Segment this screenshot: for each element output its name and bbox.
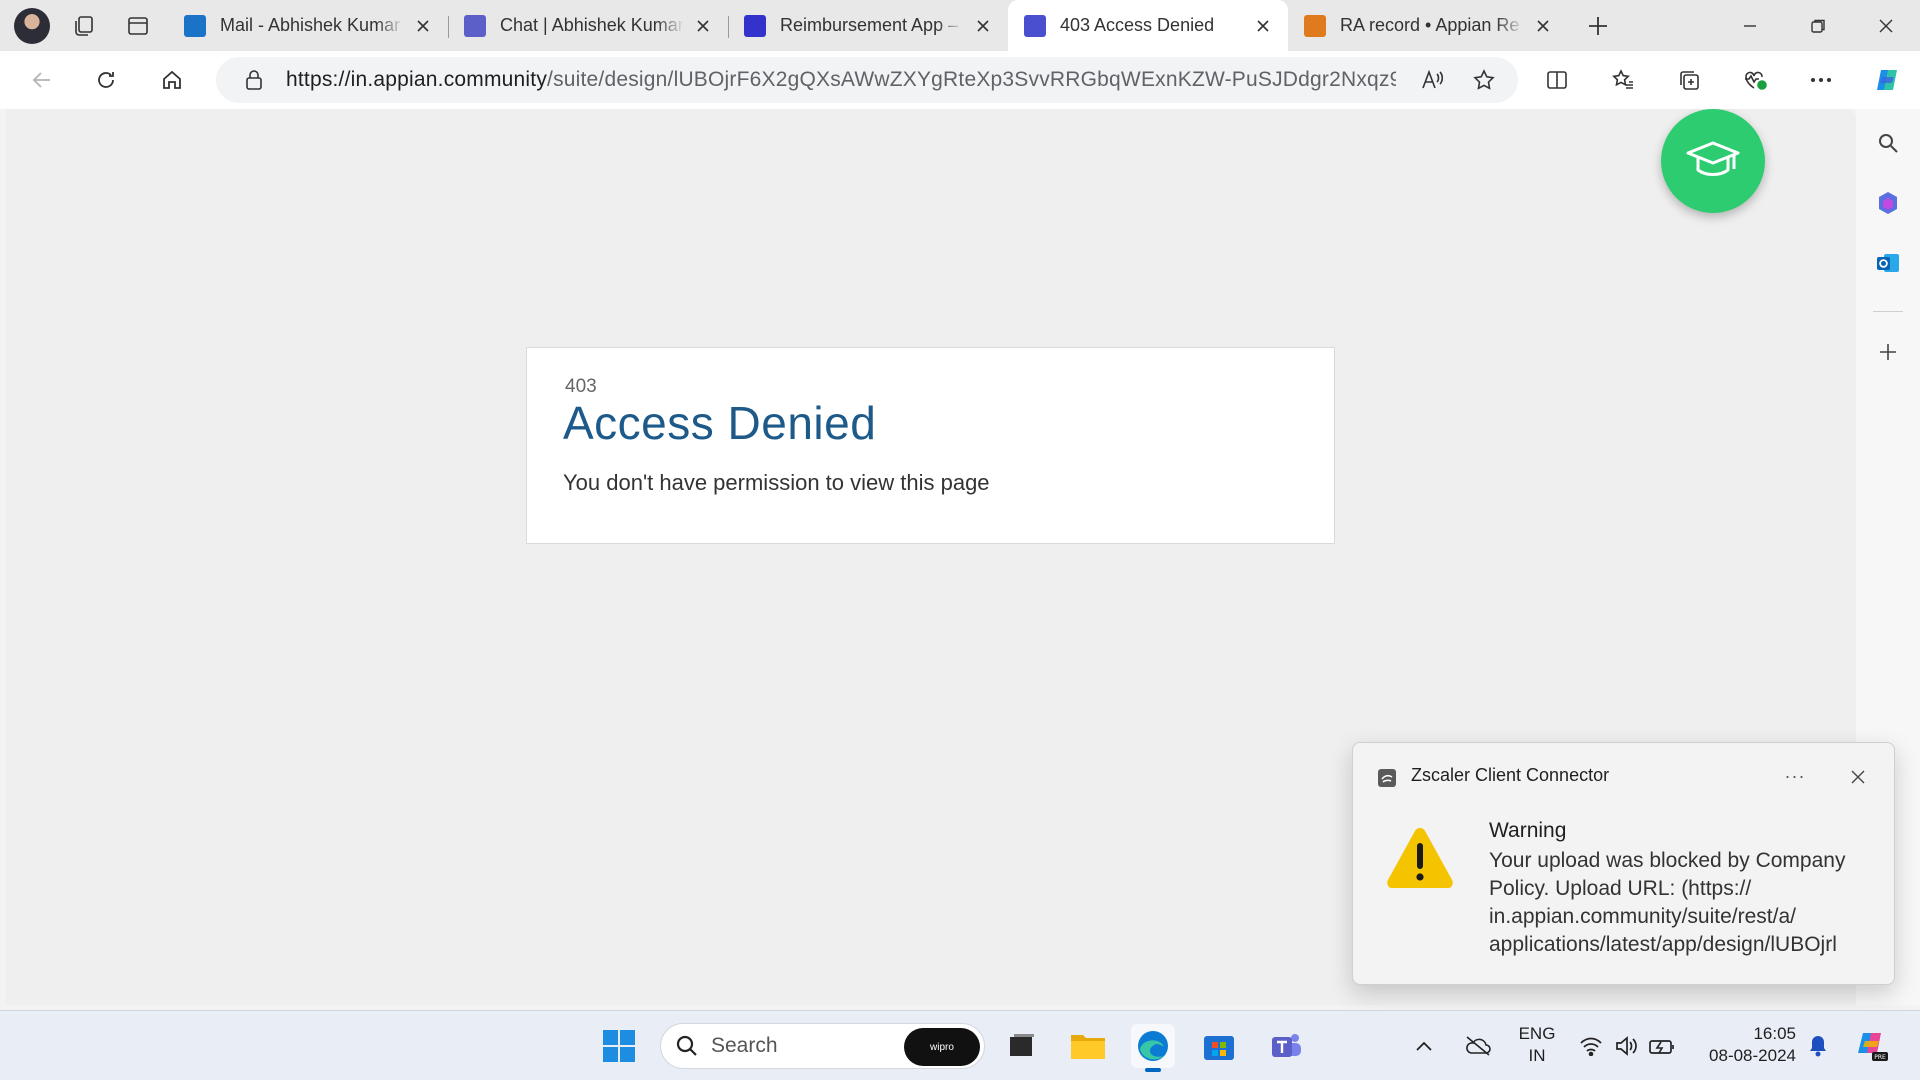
- appian-record-icon: [1304, 14, 1326, 37]
- language-line1: ENG: [1518, 1024, 1556, 1043]
- tab-title: Mail - Abhishek Kumar: [220, 15, 401, 35]
- language-line2: IN: [1528, 1046, 1546, 1065]
- browser-tab-reimbursement[interactable]: Reimbursement App –: [728, 6, 1008, 46]
- browser-tab-ra-record[interactable]: RA record • Appian Re: [1288, 6, 1568, 46]
- show-hidden-icons-icon[interactable]: [1408, 1024, 1440, 1068]
- read-aloud-icon[interactable]: [1412, 69, 1452, 91]
- onedrive-offline-icon[interactable]: [1456, 1024, 1500, 1068]
- close-tab-icon[interactable]: [972, 15, 994, 37]
- warning-icon: [1385, 825, 1455, 891]
- tab-strip: Mail - Abhishek Kumar Chat | Abhishek Ku…: [0, 0, 1920, 51]
- copilot-sidebar-icon[interactable]: [1868, 183, 1908, 223]
- browser-toolbar: https://in.appian.community/suite/design…: [0, 51, 1920, 109]
- refresh-icon[interactable]: [84, 58, 128, 102]
- notification-body: Your upload was blocked by Company Polic…: [1489, 849, 1846, 956]
- close-tab-icon[interactable]: [1532, 15, 1554, 37]
- teams-icon[interactable]: [1264, 1024, 1308, 1068]
- start-windows-icon[interactable]: [597, 1024, 641, 1068]
- tab-title: 403 Access Denied: [1060, 15, 1215, 35]
- task-view-icon[interactable]: [1000, 1024, 1044, 1068]
- error-card: 403 Access Denied You don't have permiss…: [526, 347, 1335, 544]
- search-placeholder: Search: [711, 1034, 778, 1057]
- notification-more-icon[interactable]: ···: [1778, 761, 1812, 791]
- close-tab-icon[interactable]: [412, 15, 434, 37]
- wifi-icon[interactable]: [1573, 1024, 1609, 1068]
- clock-time: 16:05: [1753, 1024, 1796, 1043]
- home-icon[interactable]: [150, 58, 194, 102]
- teams-icon: [464, 14, 486, 37]
- search-icon: [676, 1035, 697, 1056]
- taskbar-search[interactable]: Search wipro: [660, 1023, 985, 1069]
- error-message: You don't have permission to view this p…: [563, 470, 990, 495]
- back-icon[interactable]: [20, 58, 64, 102]
- restore-icon[interactable]: [1784, 0, 1852, 51]
- copilot-preview-icon[interactable]: PRE: [1850, 1024, 1894, 1068]
- favorites-icon[interactable]: [1590, 58, 1656, 102]
- close-tab-icon[interactable]: [1252, 15, 1274, 37]
- outlook-sidebar-icon[interactable]: [1868, 243, 1908, 283]
- collections-icon[interactable]: [1656, 58, 1722, 102]
- notification-app-name: Zscaler Client Connector: [1411, 765, 1610, 785]
- svg-text:PRE: PRE: [1874, 1054, 1886, 1061]
- graduation-cap-button[interactable]: [1661, 109, 1765, 213]
- page-title: Access Denied: [563, 397, 877, 449]
- zscaler-icon: [1377, 768, 1397, 788]
- language-indicator[interactable]: ENG IN: [1517, 1023, 1557, 1067]
- split-screen-icon[interactable]: [1524, 58, 1590, 102]
- clock-date: 08-08-2024: [1709, 1046, 1796, 1065]
- error-code: 403: [565, 376, 597, 397]
- volume-icon[interactable]: [1608, 1024, 1644, 1068]
- window-controls: [1716, 0, 1920, 51]
- outlook-icon: [184, 14, 206, 37]
- battery-icon[interactable]: [1643, 1024, 1681, 1068]
- appian-page-icon: [1024, 14, 1046, 37]
- toolbar-actions: [1524, 51, 1920, 109]
- new-tab-button[interactable]: [1578, 6, 1618, 46]
- zscaler-notification[interactable]: Zscaler Client Connector ··· Warning You…: [1352, 742, 1895, 985]
- tab-title: Reimbursement App –: [780, 15, 959, 35]
- close-tab-icon[interactable]: [692, 15, 714, 37]
- browser-essentials-icon[interactable]: [1722, 58, 1788, 102]
- profile-avatar[interactable]: [14, 7, 50, 44]
- tab-actions-icon[interactable]: [118, 6, 158, 46]
- microsoft-store-icon[interactable]: [1197, 1024, 1241, 1068]
- more-menu-icon[interactable]: [1788, 58, 1854, 102]
- appian-grid-icon: [744, 14, 766, 37]
- browser-tab-chat[interactable]: Chat | Abhishek Kumar: [448, 6, 728, 46]
- notification-title: Warning: [1489, 819, 1567, 842]
- tab-title: Chat | Abhishek Kumar: [500, 15, 684, 35]
- wipro-logo: wipro: [904, 1028, 980, 1066]
- lock-icon[interactable]: [244, 69, 264, 91]
- edge-browser-icon[interactable]: [1131, 1024, 1175, 1072]
- add-sidebar-app-icon[interactable]: [1868, 332, 1908, 372]
- browser-tab-mail[interactable]: Mail - Abhishek Kumar: [168, 6, 448, 46]
- url-text[interactable]: https://in.appian.community/suite/design…: [286, 68, 1396, 92]
- sidebar-divider: [1873, 311, 1903, 312]
- notification-bell-icon[interactable]: [1800, 1024, 1836, 1068]
- system-clock[interactable]: 16:05 08-08-2024: [1696, 1023, 1796, 1067]
- notification-close-icon[interactable]: [1842, 761, 1874, 793]
- minimize-icon[interactable]: [1716, 0, 1784, 51]
- copilot-icon[interactable]: [1854, 58, 1920, 102]
- favorite-star-icon[interactable]: [1464, 68, 1504, 92]
- tab-title: RA record • Appian Re: [1340, 15, 1520, 35]
- search-icon[interactable]: [1868, 123, 1908, 163]
- workspaces-icon[interactable]: [64, 6, 104, 46]
- address-bar[interactable]: https://in.appian.community/suite/design…: [216, 57, 1518, 103]
- close-window-icon[interactable]: [1852, 0, 1920, 51]
- file-explorer-icon[interactable]: [1066, 1024, 1110, 1068]
- browser-tab-access-denied[interactable]: 403 Access Denied: [1008, 0, 1288, 51]
- taskbar: Search wipro ENG IN 16:05 08-08-2024 PRE: [0, 1010, 1920, 1080]
